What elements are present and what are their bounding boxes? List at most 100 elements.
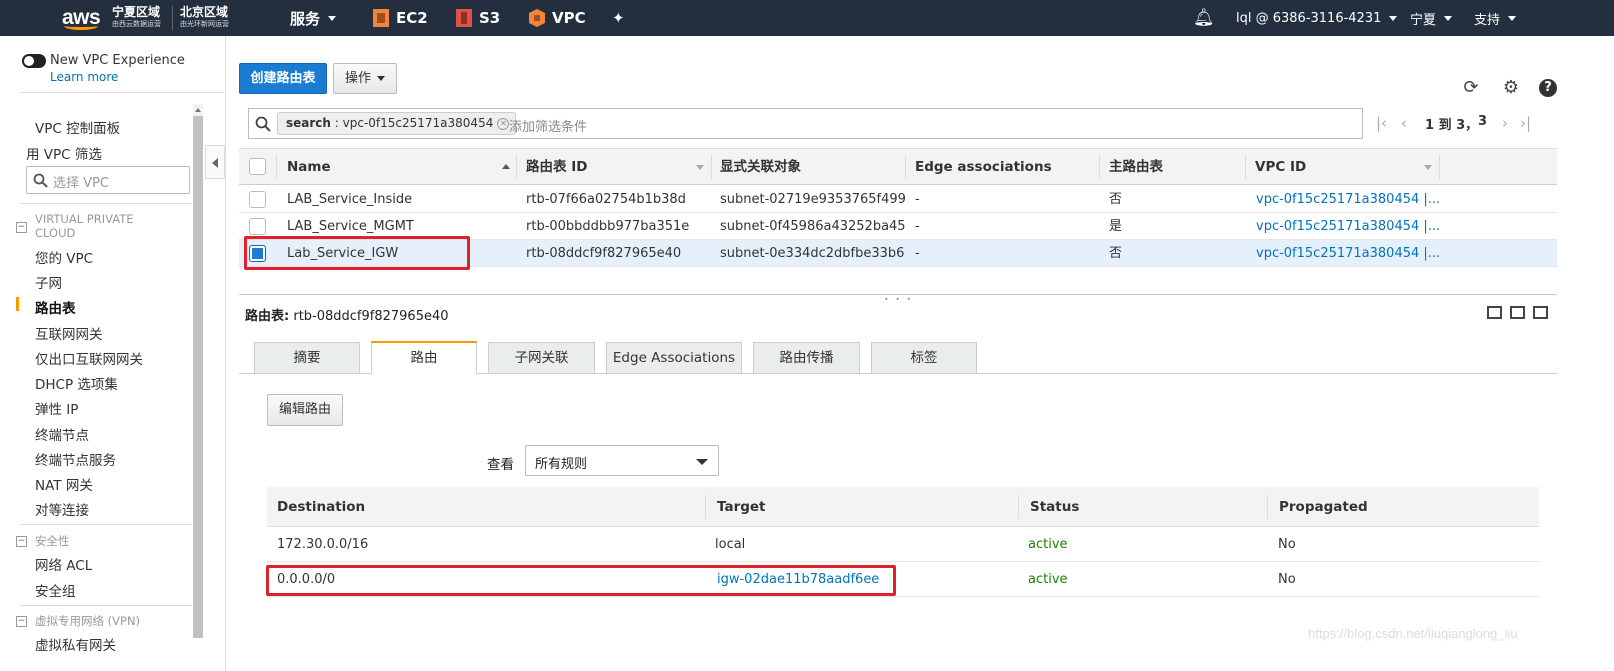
sidebar-item-network-acls[interactable]: 网络 ACL bbox=[35, 554, 92, 574]
sidebar-item-endpoint-services[interactable]: 终端节点服务 bbox=[35, 449, 116, 469]
view-rules-select[interactable]: 所有规则 bbox=[525, 445, 719, 476]
sidebar-item-route-tables[interactable]: 路由表 bbox=[35, 297, 76, 317]
sidebar-item-dhcp-options[interactable]: DHCP 选项集 bbox=[35, 373, 118, 393]
tab-tags[interactable]: 标签 bbox=[871, 342, 977, 374]
gear-icon[interactable]: ⚙ bbox=[1501, 78, 1521, 98]
chevron-down-icon bbox=[1444, 15, 1453, 21]
row-checkbox[interactable] bbox=[249, 218, 266, 235]
tab-subnet-associations[interactable]: 子网关联 bbox=[488, 342, 595, 374]
create-route-table-button[interactable]: 创建路由表 bbox=[239, 63, 327, 94]
tab-summary[interactable]: 摘要 bbox=[254, 342, 360, 374]
view-label: 查看 bbox=[487, 457, 514, 473]
column-header-explicit-associations[interactable]: 显式关联对象 bbox=[720, 149, 801, 185]
chevron-left-icon bbox=[212, 158, 218, 168]
region-ningxia-label: 宁夏区域 由西云数据运营 bbox=[112, 0, 161, 36]
row-vpc-id-link[interactable]: vpc-0f15c25171a380454 |... bbox=[1256, 240, 1440, 267]
sidebar-item-subnets[interactable]: 子网 bbox=[35, 272, 62, 292]
chevron-down-icon bbox=[1508, 15, 1517, 21]
sidebar-item-elastic-ips[interactable]: 弹性 IP bbox=[35, 398, 78, 418]
collapse-security-section-icon[interactable]: − bbox=[16, 536, 27, 547]
sidebar-item-endpoints[interactable]: 终端节点 bbox=[35, 424, 89, 444]
column-header-edge-associations[interactable]: Edge associations bbox=[915, 149, 1052, 185]
new-experience-toggle[interactable] bbox=[22, 54, 46, 68]
next-page-icon[interactable]: › bbox=[1502, 114, 1508, 132]
sidebar-item-egress-only-igw[interactable]: 仅出口互联网网关 bbox=[35, 348, 143, 368]
scroll-up-button[interactable] bbox=[193, 104, 203, 116]
tab-route-propagation[interactable]: 路由传播 bbox=[753, 342, 860, 374]
tab-routes[interactable]: 路由 bbox=[371, 341, 477, 374]
sort-icon[interactable] bbox=[696, 165, 704, 170]
add-filter-placeholder: 添加筛选条件 bbox=[509, 120, 588, 135]
sidebar-item-peering[interactable]: 对等连接 bbox=[35, 499, 89, 519]
collapse-vpn-section-icon[interactable]: − bbox=[16, 616, 27, 627]
sort-ascending-icon[interactable] bbox=[502, 164, 510, 169]
sidebar-item-security-groups[interactable]: 安全组 bbox=[35, 580, 76, 600]
layout-split-icon[interactable] bbox=[1510, 306, 1525, 319]
column-header-name[interactable]: Name bbox=[287, 149, 331, 185]
drag-handle-icon[interactable]: • • • bbox=[884, 295, 913, 304]
edit-routes-button[interactable]: 编辑路由 bbox=[267, 394, 343, 426]
row-edge-association: - bbox=[915, 246, 920, 261]
row-explicit-association: subnet-0e334dc2dbfbe33b6 bbox=[720, 246, 905, 261]
sidebar-item-nat-gateways[interactable]: NAT 网关 bbox=[35, 474, 93, 494]
section-title-vpn: 虚拟专用网络 (VPN) bbox=[35, 614, 141, 628]
region-menu[interactable]: 宁夏 bbox=[1410, 0, 1453, 36]
column-header-target: Target bbox=[717, 499, 766, 515]
last-page-icon[interactable]: ›| bbox=[1520, 114, 1531, 132]
ec2-shortcut[interactable]: EC2 bbox=[372, 0, 428, 36]
support-menu[interactable]: 支持 bbox=[1474, 0, 1517, 36]
region1-title: 宁夏区域 bbox=[112, 5, 161, 19]
row-vpc-id-link[interactable]: vpc-0f15c25171a380454 |... bbox=[1256, 186, 1440, 213]
filter-token-value: : vpc-0f15c25171a380454 bbox=[330, 116, 494, 130]
chevron-down-icon bbox=[1389, 15, 1398, 21]
row-main: 是 bbox=[1109, 219, 1123, 234]
sidebar-item-your-vpcs[interactable]: 您的 VPC bbox=[35, 247, 93, 267]
refresh-icon[interactable]: ⟳ bbox=[1461, 78, 1481, 98]
row-vpc-id-link[interactable]: vpc-0f15c25171a380454 |... bbox=[1256, 213, 1440, 240]
account-label: lql @ 6386-3116-4231 bbox=[1236, 10, 1382, 26]
collapse-sidebar-button[interactable] bbox=[205, 145, 225, 179]
services-menu[interactable]: 服务 bbox=[290, 0, 337, 36]
help-icon[interactable]: ? bbox=[1539, 79, 1557, 97]
select-all-checkbox[interactable] bbox=[249, 158, 266, 175]
region-divider bbox=[172, 6, 173, 30]
column-header-main[interactable]: 主路由表 bbox=[1109, 149, 1163, 185]
region1-sub: 由西云数据运营 bbox=[112, 20, 161, 28]
vpc-shortcut[interactable]: VPC bbox=[528, 0, 586, 36]
previous-page-icon[interactable]: ‹ bbox=[1401, 114, 1407, 132]
first-page-icon[interactable]: |‹ bbox=[1376, 114, 1387, 132]
filter-token[interactable]: search : vpc-0f15c25171a380454 ✕ bbox=[277, 112, 517, 135]
sidebar-item-internet-gateways[interactable]: 互联网网关 bbox=[35, 323, 103, 343]
remove-filter-icon[interactable]: ✕ bbox=[497, 118, 510, 130]
watermark-text: https://blog.csdn.net/liuqianglong_liu bbox=[1308, 626, 1518, 641]
vpc-label: VPC bbox=[552, 9, 586, 27]
vpc-filter-input[interactable]: 选择 VPC bbox=[26, 166, 190, 194]
actions-dropdown[interactable]: 操作 bbox=[333, 63, 397, 94]
layout-bottom-icon[interactable] bbox=[1487, 306, 1502, 319]
table-row[interactable]: LAB_Service_Inside rtb-07f66a02754b1b38d… bbox=[239, 186, 1557, 213]
filter-search-bar[interactable]: search : vpc-0f15c25171a380454 ✕ 添加筛选条件 bbox=[248, 108, 1363, 139]
column-header-vpc-id[interactable]: VPC ID bbox=[1255, 149, 1306, 185]
sidebar-scrollbar[interactable] bbox=[193, 105, 203, 638]
s3-shortcut[interactable]: S3 bbox=[455, 0, 500, 36]
row-main: 否 bbox=[1109, 246, 1123, 261]
section-title-security: 安全性 bbox=[35, 534, 70, 548]
pin-icon[interactable]: ✦ bbox=[612, 0, 625, 36]
route-status: active bbox=[1028, 572, 1068, 587]
sidebar-item-dashboard[interactable]: VPC 控制面板 bbox=[35, 117, 120, 137]
collapse-vpc-section-icon[interactable]: − bbox=[16, 222, 27, 233]
column-separator bbox=[1245, 155, 1246, 179]
bell-icon[interactable]: 🔔︎ bbox=[1193, 0, 1215, 36]
account-menu[interactable]: lql @ 6386-3116-4231 bbox=[1236, 0, 1398, 36]
tab-edge-associations[interactable]: Edge Associations bbox=[606, 342, 742, 374]
learn-more-link[interactable]: Learn more bbox=[50, 70, 118, 84]
column-header-status: Status bbox=[1030, 499, 1080, 515]
sidebar-item-virtual-private-gateways[interactable]: 虚拟私有网关 bbox=[35, 634, 116, 654]
layout-top-icon[interactable] bbox=[1533, 306, 1548, 319]
row-checkbox[interactable] bbox=[249, 191, 266, 208]
row-route-table-id: rtb-08ddcf9f827965e40 bbox=[526, 246, 682, 261]
column-header-route-table-id[interactable]: 路由表 ID bbox=[526, 149, 587, 185]
aws-logo[interactable]: aws bbox=[62, 0, 101, 36]
sort-icon[interactable] bbox=[1424, 165, 1432, 170]
sidebar-divider bbox=[20, 92, 224, 93]
